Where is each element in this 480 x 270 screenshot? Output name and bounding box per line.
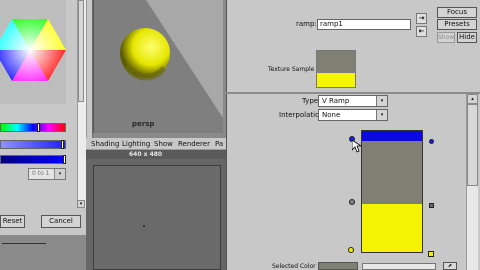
ramp-name-label: ramp: bbox=[296, 20, 317, 28]
perspective-viewport[interactable]: persp bbox=[93, 0, 223, 133]
reset-button[interactable]: Reset bbox=[0, 215, 25, 228]
interpolation-dropdown-value: None bbox=[322, 111, 341, 119]
origin-marker bbox=[143, 225, 145, 227]
divider bbox=[2, 243, 46, 244]
mouse-cursor-icon bbox=[352, 140, 361, 153]
ramp-blue-band bbox=[362, 131, 422, 141]
ramp-delete-handle[interactable] bbox=[429, 139, 434, 144]
menu-show[interactable]: Show bbox=[154, 140, 173, 148]
camera-label: persp bbox=[132, 120, 155, 128]
scroll-down-icon[interactable]: ▾ bbox=[77, 200, 85, 208]
menu-shading[interactable]: Shading bbox=[91, 140, 119, 148]
ramp-delete-handle[interactable] bbox=[429, 203, 434, 208]
chevron-down-icon[interactable]: ▾ bbox=[376, 110, 387, 120]
viewport-scene bbox=[120, 0, 223, 118]
texture-sample-yellow bbox=[317, 73, 355, 87]
ramp-gray-band bbox=[362, 141, 422, 204]
resolution-gate bbox=[93, 165, 221, 270]
show-button[interactable]: Show bbox=[437, 32, 455, 43]
ramp-yellow-band bbox=[362, 204, 422, 252]
value-slider[interactable] bbox=[0, 155, 66, 164]
saturation-slider-handle[interactable] bbox=[61, 140, 64, 149]
selected-color-label: Selected Color bbox=[272, 263, 316, 270]
texture-sample-gray bbox=[317, 51, 355, 73]
type-dropdown-value: V Ramp bbox=[322, 97, 350, 105]
resolution-gate-text: 640 x 480 bbox=[129, 151, 163, 158]
focus-button[interactable]: Focus bbox=[437, 7, 477, 18]
presets-button[interactable]: Presets bbox=[437, 19, 477, 30]
input-connections-icon[interactable]: ⇥ bbox=[416, 13, 427, 24]
chevron-down-icon[interactable]: ▾ bbox=[54, 169, 65, 179]
chevron-down-icon[interactable]: ▾ bbox=[376, 96, 387, 106]
map-button[interactable]: ⬈ bbox=[443, 262, 457, 270]
hue-slider[interactable] bbox=[0, 123, 66, 132]
ramp-delete-handle[interactable] bbox=[428, 251, 434, 257]
color-wheel-icon[interactable] bbox=[0, 0, 66, 104]
interpolation-dropdown[interactable]: None ▾ bbox=[318, 109, 388, 121]
scroll-up-icon[interactable]: ▴ bbox=[467, 94, 478, 104]
ramp-name-field[interactable]: ramp1 bbox=[317, 19, 411, 30]
selected-color-slider[interactable] bbox=[362, 263, 436, 270]
range-dropdown-value: 0 to 1 bbox=[32, 170, 50, 177]
attribute-editor-scroll-thumb[interactable] bbox=[467, 104, 478, 186]
type-label: Type bbox=[302, 97, 319, 105]
menu-lighting[interactable]: Lighting bbox=[122, 140, 150, 148]
color-chooser-scroll-thumb[interactable] bbox=[78, 0, 84, 102]
ramp-position-handle[interactable] bbox=[349, 199, 355, 205]
menu-panels[interactable]: Pa bbox=[215, 140, 223, 148]
selected-color-swatch[interactable] bbox=[318, 262, 358, 270]
viewport-menubar: Shading Lighting Show Renderer Pa bbox=[86, 138, 226, 150]
range-dropdown[interactable]: 0 to 1 ▾ bbox=[28, 168, 66, 180]
ramp-position-handle[interactable] bbox=[348, 247, 354, 253]
ramp-editor[interactable] bbox=[361, 130, 423, 253]
value-slider-handle[interactable] bbox=[63, 155, 66, 164]
section-divider bbox=[226, 92, 480, 94]
saturation-slider[interactable] bbox=[0, 140, 66, 149]
hide-button[interactable]: Hide bbox=[457, 32, 477, 43]
color-wheel[interactable] bbox=[0, 0, 66, 104]
texture-sample-label: Texture Sample bbox=[268, 66, 315, 73]
output-connections-icon[interactable]: ⇤ bbox=[416, 26, 427, 37]
menu-renderer[interactable]: Renderer bbox=[178, 140, 210, 148]
hue-slider-handle[interactable] bbox=[37, 123, 40, 132]
type-dropdown[interactable]: V Ramp ▾ bbox=[318, 95, 388, 107]
cancel-button[interactable]: Cancel bbox=[41, 215, 81, 228]
texture-sample-swatch[interactable] bbox=[316, 50, 356, 88]
